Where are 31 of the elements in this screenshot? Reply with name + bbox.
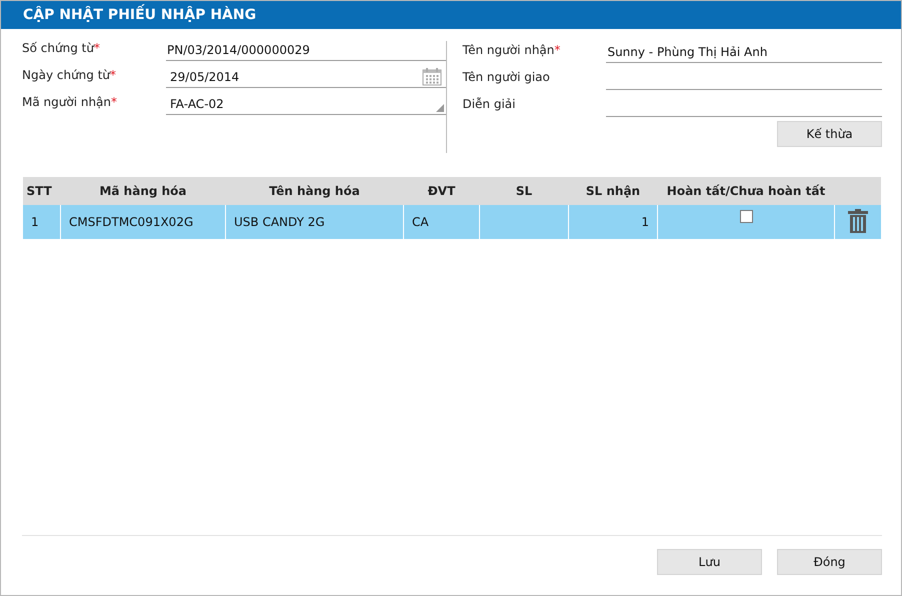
column-header: ĐVT (404, 177, 480, 205)
trash-icon[interactable] (848, 208, 868, 232)
table-cell: USB CANDY 2G (226, 205, 404, 239)
dropdown-field[interactable]: FA-AC-02 (166, 93, 446, 115)
field-label: Diễn giải (462, 97, 516, 113)
field-label: Số chứng từ* (22, 41, 101, 57)
date-field[interactable]: 29/05/2014 (166, 66, 446, 88)
close-button[interactable]: Đóng (777, 549, 882, 575)
save-button[interactable]: Lưu (657, 549, 762, 575)
table-row[interactable]: 1 CMSFDTMC091X02G USB CANDY 2G CA 1 (22, 205, 880, 239)
window-title: CẬP NHẬT PHIẾU NHẬP HÀNG (1, 1, 901, 29)
calendar-icon[interactable] (422, 68, 442, 86)
input-field[interactable]: PN/03/2014/000000029 (166, 39, 446, 61)
field-label: Mã người nhận* (22, 95, 118, 111)
inherit-button[interactable]: Kế thừa (777, 121, 882, 147)
column-header: Mã hàng hóa (60, 177, 226, 205)
field-label: Tên người giao (462, 70, 551, 86)
column-header: STT (22, 177, 60, 205)
table-cell: CMSFDTMC091X02G (60, 205, 226, 239)
field-label: Ngày chứng từ* (22, 68, 118, 84)
dropdown-corner-icon[interactable] (436, 104, 444, 112)
column-header: Tên hàng hóa (226, 177, 404, 205)
input-field[interactable]: Sunny - Phùng Thị Hải Anh (606, 41, 882, 63)
checkbox[interactable] (740, 210, 752, 223)
column-header: SL nhận (568, 177, 658, 205)
table-cell: 1 (568, 205, 658, 239)
column-header: Hoàn tất/Chưa hoàn tất (658, 177, 834, 205)
field-label: Tên người nhận* (462, 43, 562, 59)
column-header: SL (480, 177, 568, 205)
table-cell: 1 (22, 205, 60, 239)
table-cell: CA (404, 205, 480, 239)
